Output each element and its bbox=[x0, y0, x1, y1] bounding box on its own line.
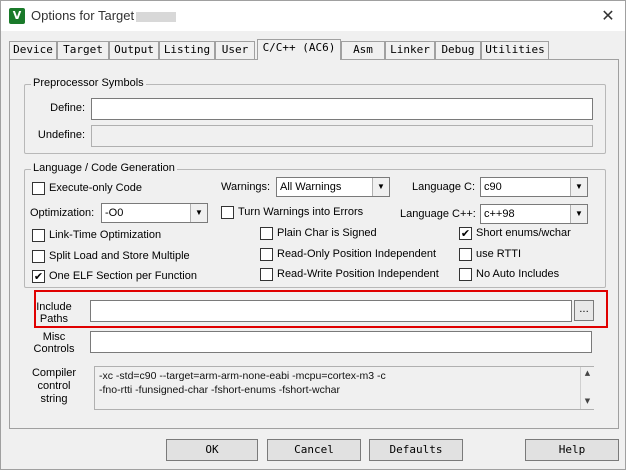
language-title: Language / Code Generation bbox=[31, 162, 177, 174]
redacted-target-name bbox=[136, 11, 177, 22]
tab-linker[interactable]: Linker bbox=[385, 41, 435, 59]
compiler-line-2: -fno-rtti -funsigned-char -fshort-enums … bbox=[99, 384, 340, 396]
ok-button[interactable]: OK bbox=[166, 439, 258, 461]
no-auto-includes-checkbox[interactable] bbox=[459, 268, 472, 281]
tab-output[interactable]: Output bbox=[109, 41, 159, 59]
browse-button[interactable]: ... bbox=[574, 300, 594, 321]
ropi-checkbox[interactable] bbox=[260, 248, 273, 261]
turn-warnings-checkbox[interactable] bbox=[221, 206, 234, 219]
short-enums-checkbox[interactable]: ✔ bbox=[459, 227, 472, 240]
chevron-down-icon: ▼ bbox=[372, 178, 389, 196]
turn-warnings-label: Turn Warnings into Errors bbox=[238, 206, 364, 218]
tab-listing[interactable]: Listing bbox=[159, 41, 215, 59]
chevron-down-icon: ▼ bbox=[570, 178, 587, 196]
optimization-select[interactable]: -O0 ▼ bbox=[101, 203, 208, 223]
short-enums-label: Short enums/wchar bbox=[476, 227, 571, 239]
tab-device[interactable]: Device bbox=[9, 41, 57, 59]
plain-char-label: Plain Char is Signed bbox=[277, 227, 377, 239]
undefine-input[interactable] bbox=[91, 125, 593, 147]
rwpi-checkbox[interactable] bbox=[260, 268, 273, 281]
compiler-line-1: -xc -std=c90 --target=arm-arm-none-eabi … bbox=[99, 370, 386, 382]
lto-checkbox[interactable] bbox=[32, 229, 45, 242]
compiler-control-label: Compiler control string bbox=[31, 367, 76, 405]
language-c-select[interactable]: c90 ▼ bbox=[480, 177, 588, 197]
chevron-down-icon: ▼ bbox=[570, 205, 587, 223]
chevron-down-icon: ▼ bbox=[190, 204, 207, 222]
misc-controls-label: Misc Controls bbox=[33, 331, 75, 355]
preprocessor-title: Preprocessor Symbols bbox=[31, 77, 146, 89]
help-button[interactable]: Help bbox=[525, 439, 619, 461]
language-c-label: Language C: bbox=[412, 181, 475, 193]
execute-only-checkbox[interactable] bbox=[32, 182, 45, 195]
include-paths-label: Include Paths bbox=[36, 301, 72, 325]
misc-controls-input[interactable] bbox=[90, 331, 592, 353]
one-elf-checkbox[interactable]: ✔ bbox=[32, 270, 45, 283]
scroll-down-icon[interactable]: ▼ bbox=[581, 395, 594, 407]
tab-cpp-ac6[interactable]: C/C++ (AC6) bbox=[257, 39, 341, 60]
split-load-checkbox[interactable] bbox=[32, 250, 45, 263]
tab-strip: Device Target Output Listing User C/C++ … bbox=[9, 39, 619, 60]
split-load-label: Split Load and Store Multiple bbox=[49, 250, 190, 262]
options-dialog: V Options for Target ✕ Device Target Out… bbox=[0, 0, 626, 470]
close-icon[interactable]: ✕ bbox=[599, 7, 617, 25]
define-input[interactable] bbox=[91, 98, 593, 120]
preprocessor-group: Preprocessor Symbols Define: Undefine: bbox=[24, 77, 606, 154]
compiler-control-string[interactable]: -xc -std=c90 --target=arm-arm-none-eabi … bbox=[94, 366, 594, 410]
defaults-button[interactable]: Defaults bbox=[369, 439, 463, 461]
include-paths-input[interactable] bbox=[90, 300, 572, 322]
tab-target[interactable]: Target bbox=[57, 41, 109, 59]
warnings-select[interactable]: All Warnings ▼ bbox=[276, 177, 390, 197]
window-title: Options for Target bbox=[31, 8, 177, 23]
warnings-label: Warnings: bbox=[221, 181, 271, 193]
tab-debug[interactable]: Debug bbox=[435, 41, 481, 59]
use-rtti-checkbox[interactable] bbox=[459, 248, 472, 261]
lto-label: Link-Time Optimization bbox=[49, 229, 162, 241]
one-elf-label: One ELF Section per Function bbox=[49, 270, 197, 282]
language-group: Language / Code Generation Execute-only … bbox=[24, 162, 606, 288]
undefine-label: Undefine: bbox=[37, 129, 85, 141]
tab-panel: Preprocessor Symbols Define: Undefine: L… bbox=[9, 59, 619, 429]
compiler-scrollbar[interactable]: ▲ ▼ bbox=[580, 367, 594, 409]
ropi-label: Read-Only Position Independent bbox=[277, 248, 436, 260]
tab-utilities[interactable]: Utilities bbox=[481, 41, 549, 59]
scroll-up-icon[interactable]: ▲ bbox=[581, 367, 594, 379]
rwpi-label: Read-Write Position Independent bbox=[277, 268, 439, 280]
execute-only-label: Execute-only Code bbox=[49, 182, 142, 194]
tab-user[interactable]: User bbox=[215, 41, 255, 59]
optimization-label: Optimization: bbox=[30, 207, 95, 219]
use-rtti-label: use RTTI bbox=[476, 248, 522, 260]
plain-char-checkbox[interactable] bbox=[260, 227, 273, 240]
language-cpp-label: Language C++: bbox=[400, 208, 476, 220]
tab-asm[interactable]: Asm bbox=[341, 41, 385, 59]
keil-icon: V bbox=[9, 8, 25, 24]
title-bar: V Options for Target ✕ bbox=[1, 1, 625, 31]
cancel-button[interactable]: Cancel bbox=[267, 439, 361, 461]
language-cpp-select[interactable]: c++98 ▼ bbox=[480, 204, 588, 224]
define-label: Define: bbox=[50, 102, 85, 114]
no-auto-includes-label: No Auto Includes bbox=[476, 268, 560, 280]
